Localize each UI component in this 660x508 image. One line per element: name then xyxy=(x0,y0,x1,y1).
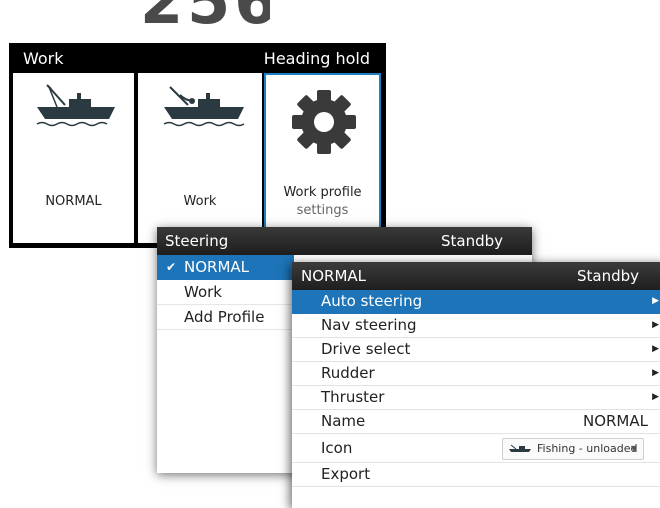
menu-item-label: Icon xyxy=(321,439,353,457)
menu-item-rudder[interactable]: Rudder ▶ xyxy=(292,362,660,386)
profile-item-label: Add Profile xyxy=(184,308,265,326)
work-panel-header: Work Heading hold xyxy=(9,43,386,73)
tile-sublabel-settings: settings xyxy=(296,203,349,218)
fishing-boat-small-icon xyxy=(509,444,531,452)
steering-menu-title: Steering xyxy=(165,232,229,250)
icon-select-value: Fishing - unloaded xyxy=(537,442,638,455)
chevron-down-icon: ▼ xyxy=(630,444,637,453)
menu-item-auto-steering[interactable]: Auto steering ▶ xyxy=(292,290,660,314)
profile-item-label: Work xyxy=(184,283,222,301)
work-profile-panel: Work Heading hold NORMAL Work Work profi… xyxy=(9,43,386,248)
menu-item-label: Name xyxy=(321,412,366,430)
check-icon: ✔ xyxy=(166,260,177,274)
heading-hold-label: Heading hold xyxy=(263,49,370,68)
profile-status: Standby xyxy=(577,267,640,285)
menu-item-label: Drive select xyxy=(321,340,411,358)
profile-item-label: NORMAL xyxy=(184,258,250,276)
work-panel-title: Work xyxy=(23,49,64,68)
profile-settings-menu: NORMAL Standby Auto steering ▶ Nav steer… xyxy=(292,262,660,508)
chevron-right-icon: ▶ xyxy=(652,344,659,354)
gear-icon xyxy=(292,90,356,154)
menu-item-label: Auto steering xyxy=(321,292,423,310)
work-boat-icon xyxy=(163,86,245,127)
profile-menu-title: NORMAL xyxy=(301,267,367,285)
profile-tile-settings[interactable]: Work profile settings xyxy=(264,73,381,245)
chevron-right-icon: ▶ xyxy=(652,392,659,402)
menu-item-label: Thruster xyxy=(321,388,385,406)
menu-item-icon[interactable]: Icon Fishing - unloaded ▼ xyxy=(292,434,660,463)
icon-select[interactable]: Fishing - unloaded ▼ xyxy=(502,438,644,460)
profile-name-value: NORMAL xyxy=(582,412,648,430)
menu-item-drive-select[interactable]: Drive select ▶ xyxy=(292,338,660,362)
profile-item-normal[interactable]: ✔ NORMAL xyxy=(157,255,294,280)
menu-item-name[interactable]: Name NORMAL xyxy=(292,410,660,434)
fishing-boat-icon xyxy=(36,84,115,127)
chevron-right-icon: ▶ xyxy=(652,320,659,330)
chevron-right-icon: ▶ xyxy=(652,368,659,378)
profile-tile-work[interactable]: Work xyxy=(138,73,262,243)
steering-status: Standby xyxy=(441,232,504,250)
menu-item-nav-steering[interactable]: Nav steering ▶ xyxy=(292,314,660,338)
chevron-right-icon: ▶ xyxy=(652,296,659,306)
tile-label-normal: NORMAL xyxy=(45,194,102,209)
profile-menu-header: NORMAL Standby xyxy=(292,262,660,290)
menu-item-thruster[interactable]: Thruster ▶ xyxy=(292,386,660,410)
add-profile-button[interactable]: Add Profile xyxy=(157,305,294,330)
menu-item-export[interactable]: Export xyxy=(292,463,660,487)
menu-item-label: Nav steering xyxy=(321,316,417,334)
profile-tile-normal[interactable]: NORMAL xyxy=(13,73,134,243)
tile-label-settings: Work profile xyxy=(283,185,362,200)
menu-item-label: Rudder xyxy=(321,364,375,382)
tile-label-work: Work xyxy=(183,194,217,209)
menu-item-label: Export xyxy=(321,465,371,483)
profile-settings-list: Auto steering ▶ Nav steering ▶ Drive sel… xyxy=(292,290,660,487)
profile-list: ✔ NORMAL Work Add Profile xyxy=(157,255,294,330)
heading-readout: 256 xyxy=(140,0,270,32)
steering-menu-header: Steering Standby xyxy=(157,227,532,255)
profile-item-work[interactable]: Work xyxy=(157,280,294,305)
